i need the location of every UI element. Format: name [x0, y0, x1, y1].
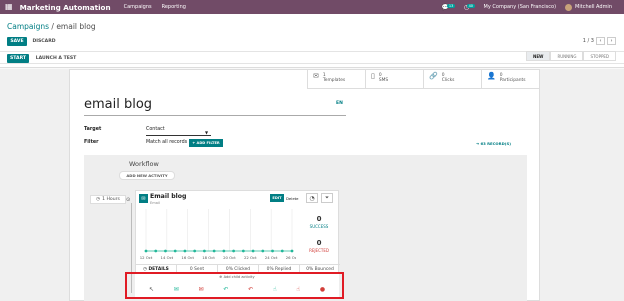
discard-button[interactable]: DISCARD: [31, 37, 57, 46]
data-point: [261, 249, 265, 253]
caret-down-icon[interactable]: ▼: [205, 130, 208, 135]
x-tick-label: 14 Oct: [161, 255, 174, 260]
stat-label: Participants: [499, 78, 526, 83]
clock-icon: ◷: [96, 197, 101, 202]
pager-next-icon[interactable]: ›: [607, 37, 616, 45]
mobile-icon: ▯: [371, 72, 375, 80]
activity-card: ✉ Email blog Email EDIT Delete ◔ ⏷ 12 Oc…: [135, 190, 340, 274]
chat-button[interactable]: 💬13: [442, 3, 455, 11]
data-point: [222, 249, 226, 253]
stat-label: SMS: [378, 78, 389, 83]
navbar-right: 💬13 ◷40 My Company (San Francisco) Mitch…: [442, 0, 612, 14]
activity-chart: 12 Oct 14 Oct 16 Oct 18 Oct 20 Oct 22 Oct 24 O…: [140, 209, 296, 260]
menu-reporting[interactable]: Reporting: [162, 4, 186, 10]
x-tick-label: 16 Oct: [181, 255, 194, 260]
top-navbar: ▦ Marketing Automation Campaigns Reporti…: [0, 0, 624, 14]
target-label: Target: [84, 127, 102, 132]
app-name[interactable]: Marketing Automation: [20, 3, 111, 12]
trigger-icon: ⊙: [126, 197, 131, 203]
edit-activity-button[interactable]: EDIT: [270, 194, 284, 202]
x-tick-label: 18 Oct: [202, 255, 215, 260]
x-tick-label: 12 Oct: [140, 255, 153, 260]
add-filter-button[interactable]: + ADD FILTER: [189, 139, 223, 147]
stat-templates[interactable]: ✉ 1 Templates: [307, 70, 365, 89]
data-point: [203, 249, 206, 253]
stat-clicks[interactable]: 🔗 0 Clicks: [423, 70, 481, 89]
breadcrumb: Campaigns / email blog: [7, 22, 96, 31]
activity-name[interactable]: Email blog: [150, 193, 186, 200]
pie-chart-icon[interactable]: ◔: [306, 193, 318, 203]
pager-value[interactable]: 1 / 3: [583, 38, 594, 44]
highlight-box: [125, 272, 344, 299]
menu-campaigns[interactable]: Campaigns: [124, 4, 152, 10]
target-select[interactable]: Contact: [146, 127, 165, 132]
activity-badge: 40: [467, 3, 475, 8]
records-count-link[interactable]: ➜ 63 RECORD(S): [476, 141, 511, 146]
data-point: [212, 249, 216, 253]
stat-participants[interactable]: 👤 0 Participants: [481, 70, 539, 89]
records-count: 63 RECORD(S): [480, 141, 511, 146]
title-underline: [84, 115, 346, 116]
avatar: [565, 3, 573, 11]
stat-label: Clicks: [441, 78, 455, 83]
delay-badge: ◷ 1 Hours: [90, 195, 126, 204]
x-tick-label: 20 Oct: [223, 255, 236, 260]
link-icon: 🔗: [429, 72, 438, 80]
activity-button[interactable]: ◷40: [464, 3, 475, 11]
data-point: [271, 249, 274, 253]
user-menu[interactable]: Mitchell Admin: [565, 3, 612, 11]
workflow-title: Workflow: [129, 160, 159, 168]
envelope-icon: ✉: [313, 72, 319, 80]
breadcrumb-current: email blog: [56, 22, 96, 31]
status-bar: NEW RUNNING STOPPED: [525, 51, 616, 61]
data-point: [144, 249, 148, 253]
form-sheet: ✉ 1 Templates ▯ 0 SMS 🔗 0 Clicks 👤 0 Partici…: [69, 69, 540, 301]
filter-value: Match all records: [146, 140, 188, 145]
data-point: [164, 249, 167, 253]
success-label: SUCCESS: [309, 224, 329, 229]
data-point: [183, 249, 187, 253]
filter-icon[interactable]: ⏷: [321, 193, 333, 203]
delay-text: 1 Hours: [102, 197, 120, 202]
stat-label: Templates: [322, 78, 346, 83]
x-tick-label: 22 Oct: [244, 255, 257, 260]
target-underline: [146, 135, 211, 136]
campaign-name-input[interactable]: email blog: [84, 97, 152, 112]
data-point: [173, 249, 177, 253]
status-new[interactable]: NEW: [525, 51, 551, 61]
data-point: [280, 249, 284, 253]
data-point: [241, 249, 245, 253]
user-name: Mitchell Admin: [575, 4, 612, 10]
language-button[interactable]: EN: [336, 101, 343, 106]
grid-icon[interactable]: ▦: [5, 3, 13, 11]
start-button[interactable]: START: [7, 54, 29, 63]
data-point: [232, 249, 235, 253]
status-stopped[interactable]: STOPPED: [583, 51, 616, 61]
status-running[interactable]: RUNNING: [550, 51, 584, 61]
data-point: [251, 249, 255, 253]
x-tick-label: 26 Oct: [286, 255, 296, 260]
launch-test-button[interactable]: LAUNCH A TEST: [33, 54, 79, 63]
stat-buttons: ✉ 1 Templates ▯ 0 SMS 🔗 0 Clicks 👤 0 Partici…: [307, 70, 539, 89]
activity-type: Email: [150, 201, 160, 205]
stat-sms[interactable]: ▯ 0 SMS: [365, 70, 423, 89]
add-new-activity-button[interactable]: ADD NEW ACTIVITY: [119, 171, 175, 180]
data-point: [193, 249, 197, 253]
breadcrumb-campaigns[interactable]: Campaigns: [7, 22, 49, 31]
chat-badge: 13: [447, 3, 455, 8]
save-button[interactable]: SAVE: [7, 37, 27, 46]
envelope-icon: ✉: [139, 194, 148, 203]
success-count: 0: [316, 215, 322, 223]
data-point: [290, 249, 294, 253]
filter-label: Filter: [84, 140, 99, 145]
data-point: [154, 249, 158, 253]
pager-arrows: ‹ ›: [596, 37, 616, 45]
pager-prev-icon[interactable]: ‹: [596, 37, 605, 45]
delete-activity-button[interactable]: Delete: [286, 194, 298, 202]
user-icon: 👤: [487, 72, 496, 80]
rejected-label: REJECTED: [309, 248, 329, 253]
rejected-count: 0: [316, 239, 322, 247]
x-tick-label: 24 Oct: [265, 255, 278, 260]
company-switcher[interactable]: My Company (San Francisco): [484, 4, 557, 10]
